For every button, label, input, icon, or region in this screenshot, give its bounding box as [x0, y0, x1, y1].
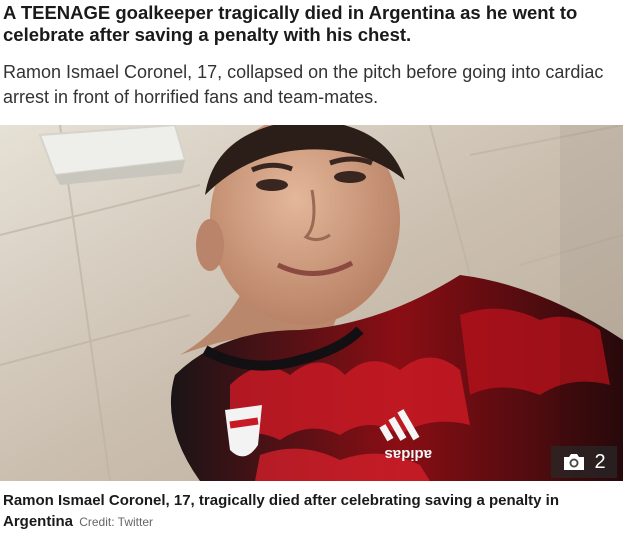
shirt-logo-text: adidas: [384, 446, 432, 463]
photo-caption: Ramon Ismael Coronel, 17, tragically die…: [3, 490, 619, 533]
gallery-count-badge[interactable]: 2: [551, 446, 617, 478]
article-headline: A TEENAGE goalkeeper tragically died in …: [3, 2, 578, 45]
gallery-count: 2: [594, 450, 606, 473]
camera-icon: [564, 454, 585, 470]
selfie-illustration: adidas: [0, 125, 623, 481]
article-photo[interactable]: adidas 2: [0, 125, 623, 481]
photo-credit: Credit: Twitter: [79, 515, 153, 529]
article-standfirst: Ramon Ismael Coronel, 17, collapsed on t…: [3, 62, 604, 107]
